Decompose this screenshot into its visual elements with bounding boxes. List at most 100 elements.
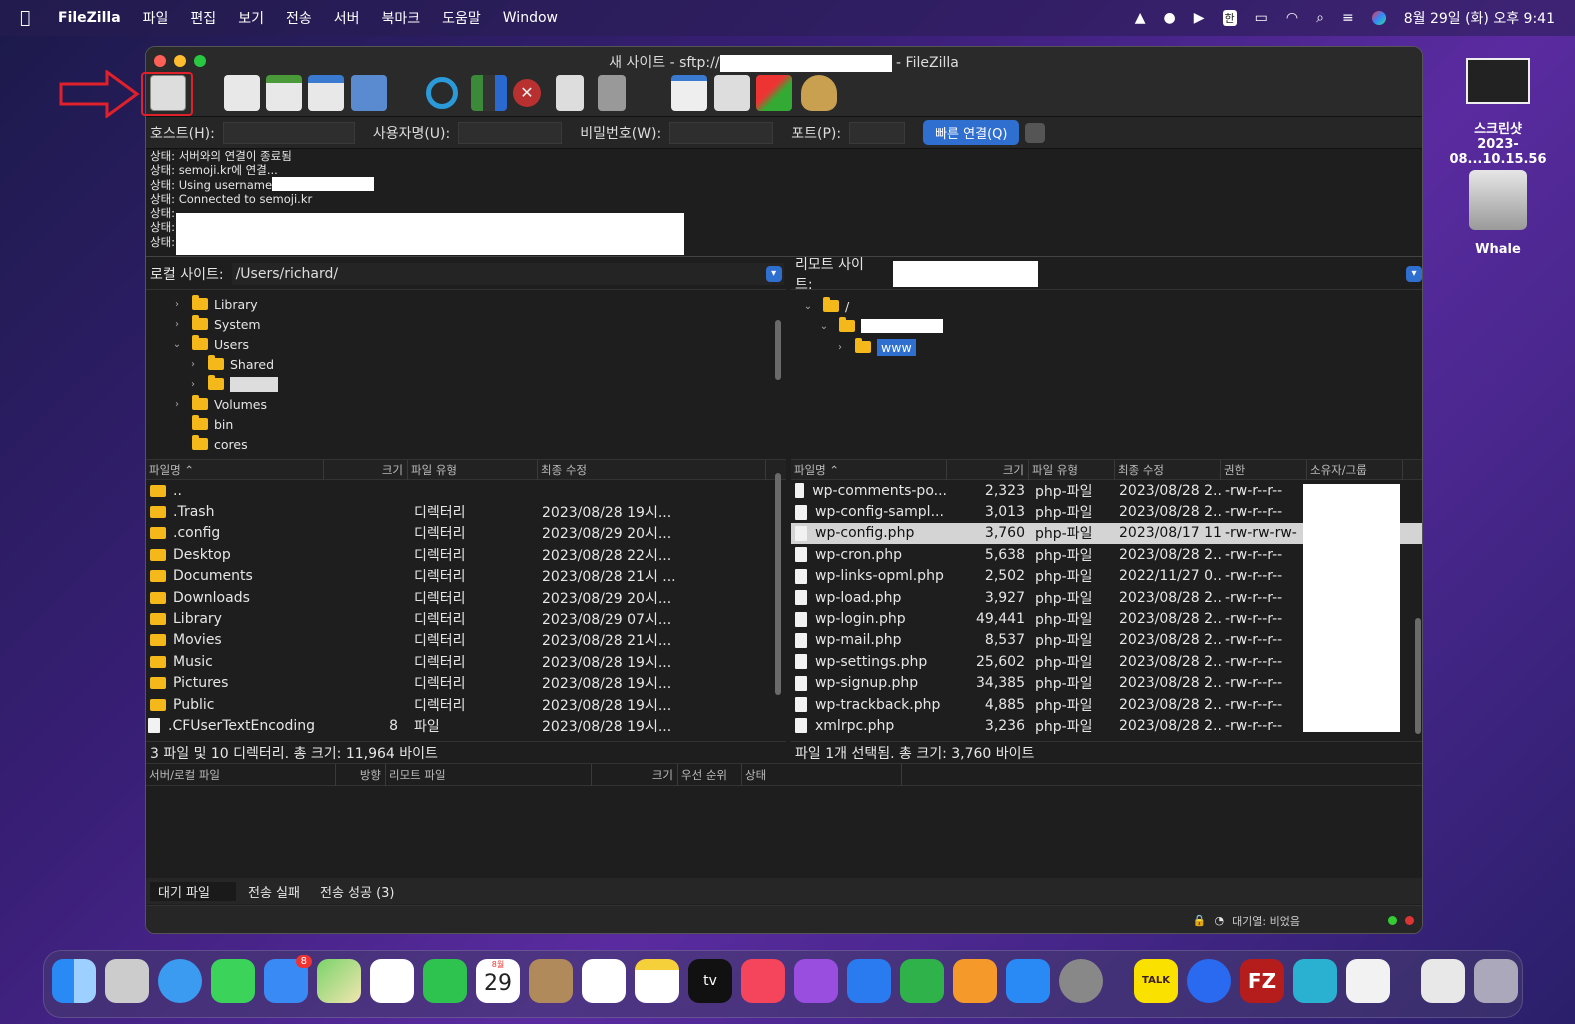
dock-launchpad-icon[interactable]	[105, 959, 149, 1003]
column-remote-file[interactable]: 리모트 파일	[386, 763, 592, 786]
battery-icon[interactable]: ▭	[1255, 10, 1268, 26]
tree-item-users[interactable]: ⌄ Users	[170, 334, 249, 354]
tree-item-system[interactable]: › System	[170, 314, 261, 334]
dock-calendar-icon[interactable]: 8월 29	[476, 959, 520, 1003]
chat-status-icon[interactable]: ●	[1164, 10, 1176, 26]
table-row[interactable]: Documents 디렉터리 2023/08/28 21시 ...	[146, 566, 786, 587]
tab-failed-transfers[interactable]: 전송 실패	[240, 882, 308, 901]
disconnect-button[interactable]	[556, 75, 584, 111]
chevron-down-icon[interactable]: ▾	[1406, 265, 1422, 282]
dock-safari-icon[interactable]	[158, 959, 202, 1003]
dock-whale-browser-icon[interactable]	[1187, 959, 1231, 1003]
sync-browsing-button[interactable]	[756, 75, 792, 111]
dock-finder-icon[interactable]	[52, 959, 96, 1003]
tree-item-volumes[interactable]: › Volumes	[170, 394, 267, 414]
table-row[interactable]: Public 디렉터리 2023/08/28 19시...	[146, 694, 786, 715]
chevron-right-icon[interactable]: ›	[170, 299, 184, 310]
local-path-input[interactable]: /Users/richard/ ▾	[231, 262, 784, 285]
chevron-right-icon[interactable]: ›	[833, 342, 847, 353]
menu-transfer[interactable]: 전송	[286, 8, 312, 28]
username-input[interactable]	[458, 121, 563, 144]
menu-edit[interactable]: 편집	[190, 8, 216, 28]
tree-item-bin[interactable]: bin	[170, 414, 233, 434]
table-row[interactable]: Desktop 디렉터리 2023/08/28 22시...	[146, 544, 786, 565]
siri-icon[interactable]	[1371, 11, 1386, 25]
column-direction[interactable]: 방향	[336, 763, 386, 786]
table-row[interactable]: .config 디렉터리 2023/08/29 20시...	[146, 523, 786, 544]
dock-kakaotalk-icon[interactable]: TALK	[1134, 959, 1178, 1003]
dock-podcasts-icon[interactable]	[794, 959, 838, 1003]
dock-maps-icon[interactable]	[317, 959, 361, 1003]
column-modified[interactable]: 최종 수정	[1115, 459, 1221, 480]
menu-bookmarks[interactable]: 북마크	[381, 8, 420, 28]
dock-filezilla-icon[interactable]: FZ	[1240, 959, 1284, 1003]
toggle-transfer-queue-button[interactable]	[351, 75, 387, 111]
tab-successful-transfers[interactable]: 전송 성공 (3)	[312, 882, 403, 901]
dock-music-icon[interactable]	[741, 959, 785, 1003]
column-permissions[interactable]: 권한	[1221, 459, 1307, 480]
quickconnect-history-dropdown[interactable]	[1025, 122, 1046, 143]
column-local-file[interactable]: 서버/로컬 파일	[146, 763, 336, 786]
host-input[interactable]	[222, 121, 355, 144]
column-size[interactable]: 크기	[947, 459, 1029, 480]
input-method-icon[interactable]: 한	[1222, 10, 1237, 26]
directory-comparison-button[interactable]	[714, 75, 750, 111]
refresh-button[interactable]	[426, 77, 458, 109]
chevron-right-icon[interactable]: ›	[170, 399, 184, 410]
dock-apple-tv-icon[interactable]: tv	[688, 959, 732, 1003]
local-tree-scrollbar[interactable]	[775, 320, 781, 380]
dock-system-settings-icon[interactable]	[1059, 959, 1103, 1003]
dock-reminders-icon[interactable]	[582, 959, 626, 1003]
dock-whalebird-icon[interactable]	[1293, 959, 1337, 1003]
process-queue-button[interactable]	[471, 75, 507, 111]
toggle-remote-tree-button[interactable]	[308, 75, 344, 111]
column-size[interactable]: 크기	[324, 459, 408, 480]
column-owner[interactable]: 소유자/그룹	[1307, 459, 1403, 480]
quickconnect-button[interactable]: 빠른 연결(Q)	[923, 120, 1020, 145]
chevron-right-icon[interactable]: ›	[186, 379, 200, 390]
table-row[interactable]: Movies 디렉터리 2023/08/28 21시...	[146, 630, 786, 651]
menu-app-name[interactable]: FileZilla	[58, 10, 121, 26]
dock-photos-icon[interactable]	[370, 959, 414, 1003]
chevron-down-icon[interactable]: ⌄	[817, 321, 831, 332]
table-row[interactable]: ..	[146, 480, 786, 501]
tree-item-root[interactable]: ⌄ /	[801, 296, 849, 316]
chevron-right-icon[interactable]: ›	[186, 359, 200, 370]
table-row[interactable]: Music 디렉터리 2023/08/28 19시...	[146, 651, 786, 672]
dock-facetime-icon[interactable]	[423, 959, 467, 1003]
column-filename[interactable]: 파일명 ⌃	[146, 459, 324, 480]
remote-path-input[interactable]: ▾	[889, 260, 1422, 287]
local-list-scrollbar[interactable]	[775, 473, 781, 695]
toggle-local-tree-button[interactable]	[266, 75, 302, 111]
column-modified[interactable]: 최종 수정	[538, 459, 766, 480]
menu-file[interactable]: 파일	[143, 8, 169, 28]
chevron-down-icon[interactable]: ▾	[765, 265, 782, 282]
menubar-clock[interactable]: 8월 29일 (화) 오후 9:41	[1404, 8, 1555, 28]
desktop-drive-whale[interactable]: Whale	[1460, 170, 1536, 257]
tree-item-shared[interactable]: › Shared	[186, 354, 274, 374]
dock-contacts-icon[interactable]	[529, 959, 573, 1003]
play-icon[interactable]: ▶	[1194, 10, 1205, 26]
port-input[interactable]	[849, 121, 906, 144]
tree-item-cores[interactable]: cores	[170, 434, 248, 454]
vlc-icon[interactable]: ▲	[1135, 10, 1146, 26]
speed-limit-icon[interactable]: ◔	[1214, 914, 1224, 927]
search-remote-files-button[interactable]	[801, 75, 837, 111]
chevron-down-icon[interactable]: ⌄	[801, 301, 815, 312]
control-center-icon[interactable]: ≡	[1342, 10, 1354, 26]
table-row[interactable]: .CFUserTextEncoding 8 파일 2023/08/28 19시...	[146, 715, 786, 736]
dock-pages-icon[interactable]	[953, 959, 997, 1003]
table-row[interactable]: Pictures 디렉터리 2023/08/28 19시...	[146, 673, 786, 694]
tab-queued-files[interactable]: 대기 파일	[150, 881, 236, 901]
menu-view[interactable]: 보기	[238, 8, 264, 28]
chevron-down-icon[interactable]: ⌄	[170, 339, 184, 350]
tree-item-www[interactable]: › www	[833, 337, 916, 357]
column-filename[interactable]: 파일명 ⌃	[791, 459, 947, 480]
remote-list-scrollbar[interactable]	[1415, 618, 1421, 734]
directory-listing-filters-button[interactable]	[671, 75, 707, 111]
tree-item-library[interactable]: › Library	[170, 294, 258, 314]
tree-item-home[interactable]: ⌄	[817, 316, 943, 336]
cancel-operation-button[interactable]: ✕	[513, 79, 541, 107]
desktop-screenshot-file[interactable]: 스크린샷 2023-08...10.15.56	[1437, 58, 1559, 167]
dock-mail-icon[interactable]: 8	[264, 955, 312, 1003]
